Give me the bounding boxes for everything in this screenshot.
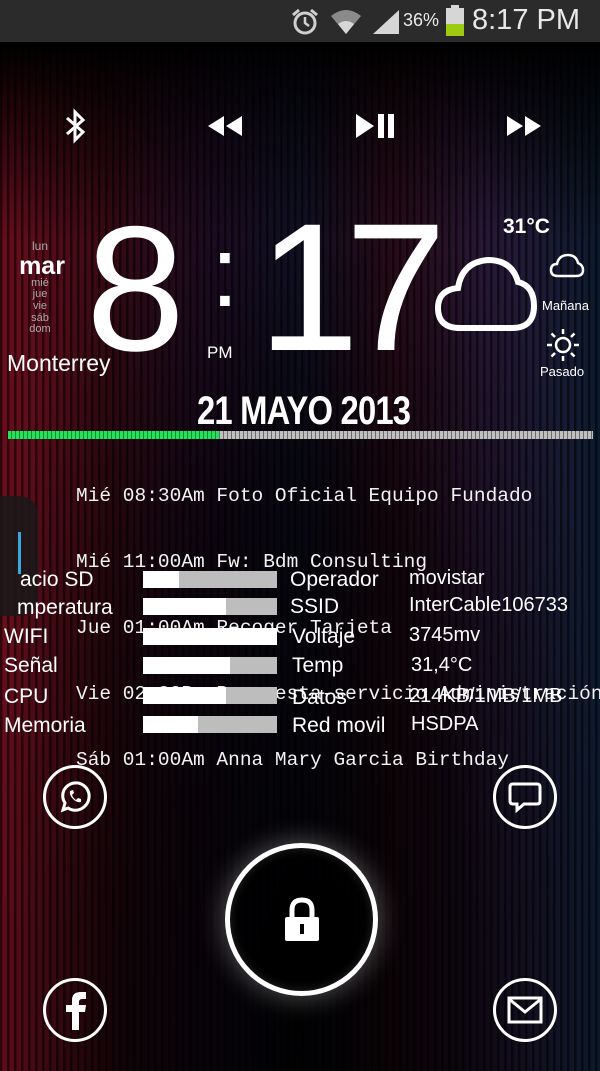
info-value-data: 214KB/1MB/1MB: [409, 685, 563, 707]
battery-percent: 36%: [403, 10, 440, 30]
info-label-mobile-network: Red movil: [292, 714, 386, 737]
info-value-mobile-network: HSDPA: [411, 713, 479, 735]
stat-bar-wifi: [143, 628, 277, 645]
sun-icon: [545, 327, 581, 368]
info-label-voltage: Voltaje: [292, 625, 356, 648]
fast-forward-button[interactable]: [500, 106, 550, 146]
bluetooth-icon: [66, 108, 86, 144]
messaging-button[interactable]: [493, 765, 557, 829]
battery-icon: [445, 5, 465, 42]
status-time: 8:17 PM: [472, 4, 580, 36]
alarm-icon: [290, 7, 320, 42]
weekday-next: vie: [32, 300, 48, 312]
whatsapp-button[interactable]: [43, 765, 107, 829]
stat-label-wifi: WIFI: [4, 625, 49, 648]
clock-ampm: PM: [207, 343, 233, 362]
city-name: Monterrey: [7, 350, 111, 376]
agenda-item[interactable]: Mié 08:30Am Foto Oficial Equipo Fundado: [76, 485, 600, 507]
weather-pasado-label: Pasado: [540, 364, 585, 379]
stat-bar-fill: [143, 571, 180, 588]
day-progress-fill: [8, 431, 219, 439]
fast-forward-icon: [507, 116, 541, 136]
whatsapp-icon: [60, 781, 91, 813]
weekday-next: jue: [32, 288, 48, 300]
info-label-data: Datos: [292, 686, 347, 709]
stat-bar-fill: [143, 628, 277, 645]
lock-icon: [284, 896, 319, 941]
status-bar: 36% 8:17 PM: [0, 0, 600, 42]
stat-bar-cpu: [143, 687, 277, 704]
stat-bar-sd: [143, 571, 277, 588]
info-label-operator: Operador: [290, 568, 379, 591]
info-value-temp: 31,4°C: [411, 654, 473, 676]
stat-bar-memory: [143, 716, 277, 733]
stat-bar-fill: [143, 687, 227, 704]
stat-label-signal: Señal: [4, 654, 58, 677]
rewind-icon: [208, 116, 242, 136]
wifi-icon: [330, 8, 362, 41]
clock-minutes: 17: [258, 185, 446, 389]
stat-bar-signal: [143, 657, 277, 674]
info-label-temp: Temp: [292, 654, 344, 677]
weather-tomorrow-label: Mañana: [542, 298, 589, 313]
info-label-ssid: SSID: [290, 595, 340, 618]
clock-separator: :: [211, 216, 239, 328]
info-value-ssid: InterCable106733: [409, 594, 569, 616]
email-button[interactable]: [493, 978, 557, 1042]
info-value-voltage: 3745mv: [409, 624, 481, 646]
day-progress-bar: [8, 431, 593, 439]
stat-bar-temperature: [143, 598, 277, 615]
weekday-prev: lun: [31, 239, 48, 253]
info-value-operator: movistar: [409, 567, 485, 589]
messaging-icon: [508, 782, 542, 813]
facebook-icon: [66, 992, 86, 1030]
signal-icon: [371, 8, 401, 41]
stat-label-cpu: CPU: [4, 685, 49, 708]
weekday-next: dom: [29, 323, 51, 335]
stat-bar-fill: [143, 657, 231, 674]
play-pause-button[interactable]: [350, 106, 400, 146]
email-icon: [507, 996, 543, 1024]
stat-bar-fill: [143, 716, 198, 733]
cloud-icon[interactable]: [434, 252, 538, 339]
rewind-button[interactable]: [199, 106, 249, 146]
date-label: 21 MAYO 2013: [197, 389, 411, 433]
stat-label-memory: Memoria: [4, 714, 86, 737]
facebook-button[interactable]: [43, 978, 107, 1042]
cloud-icon: [549, 252, 585, 285]
bluetooth-button[interactable]: [50, 106, 100, 146]
unlock-button[interactable]: [225, 843, 378, 996]
play-pause-icon: [356, 114, 394, 138]
stat-label-temperature: mperatura: [17, 596, 113, 619]
weather-temperature: 31°C: [503, 215, 550, 238]
stat-label-sd: acio SD: [20, 568, 94, 591]
stat-bar-fill: [143, 598, 227, 615]
